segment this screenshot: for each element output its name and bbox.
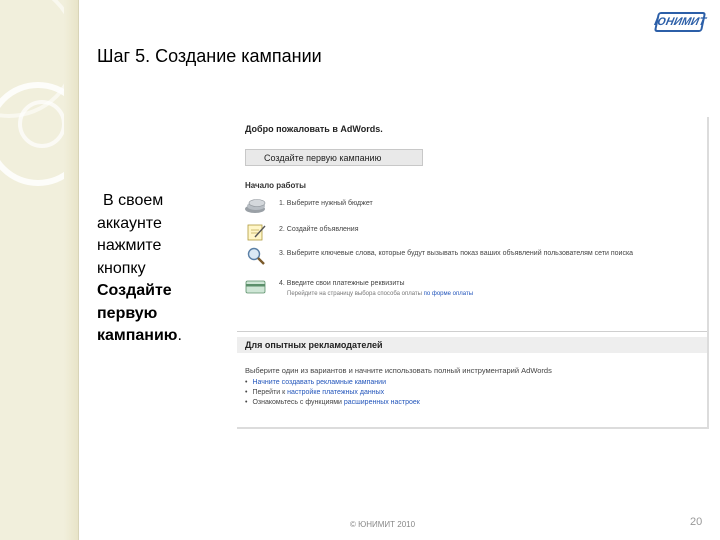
step-label: 4. Введите свои платежные реквизиты [279, 280, 405, 287]
instruction-line: аккаунте [97, 214, 162, 232]
list-item[interactable]: Начните создавать рекламные кампании [245, 378, 420, 388]
instruction-bold: Создайте [97, 282, 172, 299]
adwords-screenshot: Добро пожаловать в AdWords. Создайте пер… [237, 117, 709, 429]
advanced-section: Для опытных рекламодателей Выберите один… [237, 331, 707, 427]
advanced-heading: Для опытных рекламодателей [237, 337, 707, 353]
instruction-bold: первую [97, 304, 158, 322]
instruction-text: В своем аккаунте нажмите кнопку Создайте… [97, 190, 217, 348]
decorative-ring [18, 100, 66, 148]
advanced-intro: Выберите один из вариантов и начните исп… [245, 366, 552, 375]
step-label: 3. Выберите ключевые слова, которые буду… [279, 250, 634, 257]
decorative-side-panel [0, 0, 79, 540]
option-text: Ознакомьтесь с функциями [252, 399, 344, 406]
decorative-shade [64, 0, 78, 540]
option-text: Перейти к [252, 389, 288, 396]
slide-title: Шаг 5. Создание кампании [97, 46, 322, 66]
footer-copyright: © ЮНИМИТ 2010 [350, 520, 416, 529]
instruction-line: В своем [103, 192, 164, 209]
instruction-bold: кампанию [97, 327, 178, 344]
step-sub-note: Перейдите на страницу выбора способа опл… [287, 291, 473, 297]
step-label: 1. Выберите нужный бюджет [279, 200, 373, 207]
instruction-line: кнопку [97, 259, 146, 277]
option-link[interactable]: Начните создавать рекламные кампании [252, 379, 386, 386]
instruction-line: нажмите [97, 237, 162, 254]
advanced-options-list: Начните создавать рекламные кампании Пер… [245, 378, 420, 408]
instruction-end: . [177, 327, 182, 344]
page-number: 20 [690, 516, 703, 528]
option-link[interactable]: настройке платежных данных [287, 389, 384, 396]
list-item[interactable]: Перейти к настройке платежных данных [245, 388, 420, 398]
list-item[interactable]: Ознакомьтесь с функциями расширенных нас… [245, 398, 420, 408]
billing-link[interactable]: по форме оплаты [424, 291, 473, 297]
magnifier-icon [247, 247, 265, 265]
sub-text: Перейдите на страницу выбора способа опл… [287, 291, 422, 297]
card-icon [245, 280, 266, 294]
welcome-heading: Добро пожаловать в AdWords. [245, 124, 383, 134]
option-link[interactable]: расширенных настроек [344, 399, 420, 406]
company-logo: ЮНИМИТ [653, 12, 707, 32]
getting-started-heading: Начало работы [245, 181, 306, 190]
step-label: 2. Создайте объявления [279, 226, 359, 233]
coins-icon [245, 199, 266, 213]
note-icon [247, 224, 266, 241]
create-first-campaign-button[interactable]: Создайте первую кампанию [245, 149, 423, 166]
